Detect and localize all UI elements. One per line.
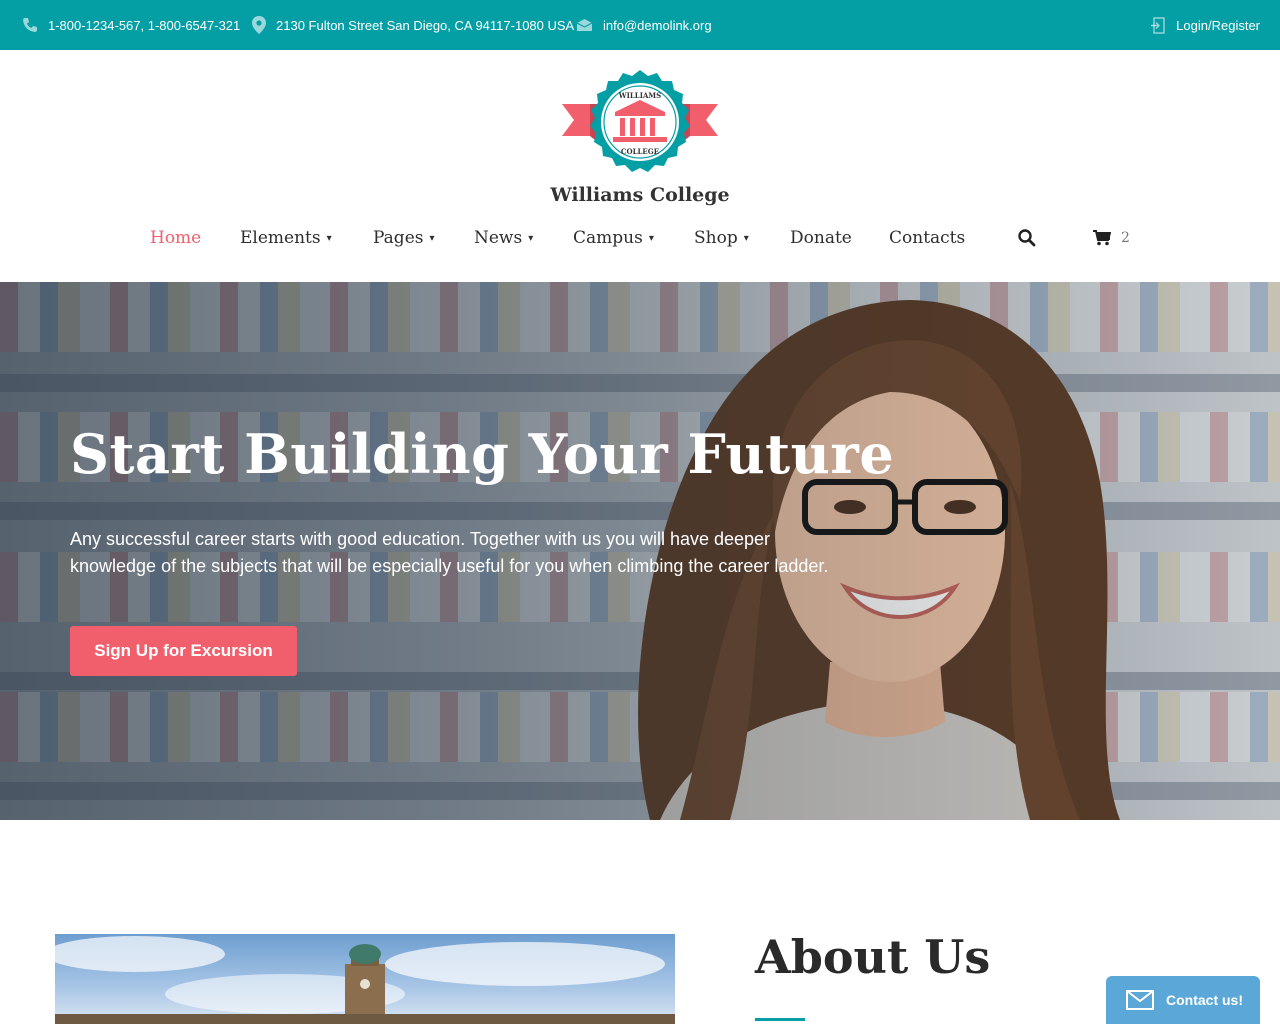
hero-title: Start Building Your Future (70, 422, 895, 486)
hero-banner: Start Building Your Future Any successfu… (0, 282, 1280, 820)
phone-info: 1-800-1234-567, 1-800-6547-321 (22, 0, 240, 50)
address-text: 2130 Fulton Street San Diego, CA 94117-1… (276, 17, 575, 33)
sign-up-excursion-button[interactable]: Sign Up for Excursion (70, 626, 297, 676)
cart-icon (1093, 230, 1111, 246)
nav-campus-label: Campus (573, 228, 643, 248)
nav-home[interactable]: Home (150, 224, 201, 252)
nav-contacts[interactable]: Contacts (889, 224, 965, 252)
nav-shop-label: Shop (694, 228, 738, 248)
email-link[interactable]: info@demolink.org (603, 18, 712, 33)
login-register[interactable]: Login/Register (1151, 0, 1260, 50)
email-info[interactable]: info@demolink.org (576, 0, 712, 50)
nav-donate-label: Donate (790, 228, 852, 248)
search-icon[interactable] (1017, 228, 1037, 248)
nav-pages-label: Pages (373, 228, 424, 248)
login-icon (1151, 16, 1165, 34)
nav-news-label: News (474, 228, 523, 248)
chevron-down-icon: ▾ (326, 233, 332, 244)
contact-us-label: Contact us! (1166, 992, 1243, 1008)
site-name[interactable]: Williams College (0, 184, 1280, 206)
nav-home-label: Home (150, 228, 202, 248)
college-logo[interactable]: WILLIAMS COLLEGE (560, 68, 720, 178)
campus-tower-image (55, 936, 675, 1024)
address-info: 2130 Fulton Street San Diego, CA 94117-1… (252, 0, 574, 50)
envelope-icon (576, 19, 593, 31)
logo-top-text: WILLIAMS (618, 91, 662, 100)
cart-count: 2 (1121, 230, 1130, 246)
heading-underline (755, 1018, 805, 1021)
phone-icon (23, 18, 37, 32)
nav-campus[interactable]: Campus ▾ (573, 224, 654, 252)
hero-description: Any successful career starts with good e… (70, 529, 829, 576)
site-header: WILLIAMS COLLEGE Williams College Home E… (0, 50, 1280, 282)
chevron-down-icon: ▾ (528, 233, 534, 244)
nav-elements[interactable]: Elements ▾ (240, 224, 332, 252)
nav-pages[interactable]: Pages ▾ (373, 224, 435, 252)
logo-bottom-text: COLLEGE (621, 147, 659, 156)
login-register-link[interactable]: Login/Register (1176, 18, 1260, 33)
nav-donate[interactable]: Donate (790, 224, 852, 252)
phone-numbers: 1-800-1234-567, 1-800-6547-321 (48, 17, 241, 33)
nav-elements-label: Elements (240, 228, 321, 248)
chevron-down-icon: ▾ (429, 233, 435, 244)
chevron-down-icon: ▾ (648, 233, 654, 244)
map-pin-icon (252, 16, 266, 34)
cart-button[interactable]: 2 (1093, 224, 1130, 252)
nav-contacts-label: Contacts (889, 228, 966, 248)
nav-shop[interactable]: Shop ▾ (694, 224, 749, 252)
about-us-heading: About Us (755, 930, 991, 984)
chevron-down-icon: ▾ (743, 233, 749, 244)
nav-news[interactable]: News ▾ (474, 224, 533, 252)
envelope-icon (1126, 990, 1154, 1010)
campus-photo (55, 934, 675, 1024)
top-info-bar: 1-800-1234-567, 1-800-6547-321 2130 Fult… (0, 0, 1280, 50)
main-navigation: Home Elements ▾ Pages ▾ News ▾ Campus ▾ … (0, 224, 1280, 252)
contact-us-widget[interactable]: Contact us! (1106, 976, 1260, 1024)
